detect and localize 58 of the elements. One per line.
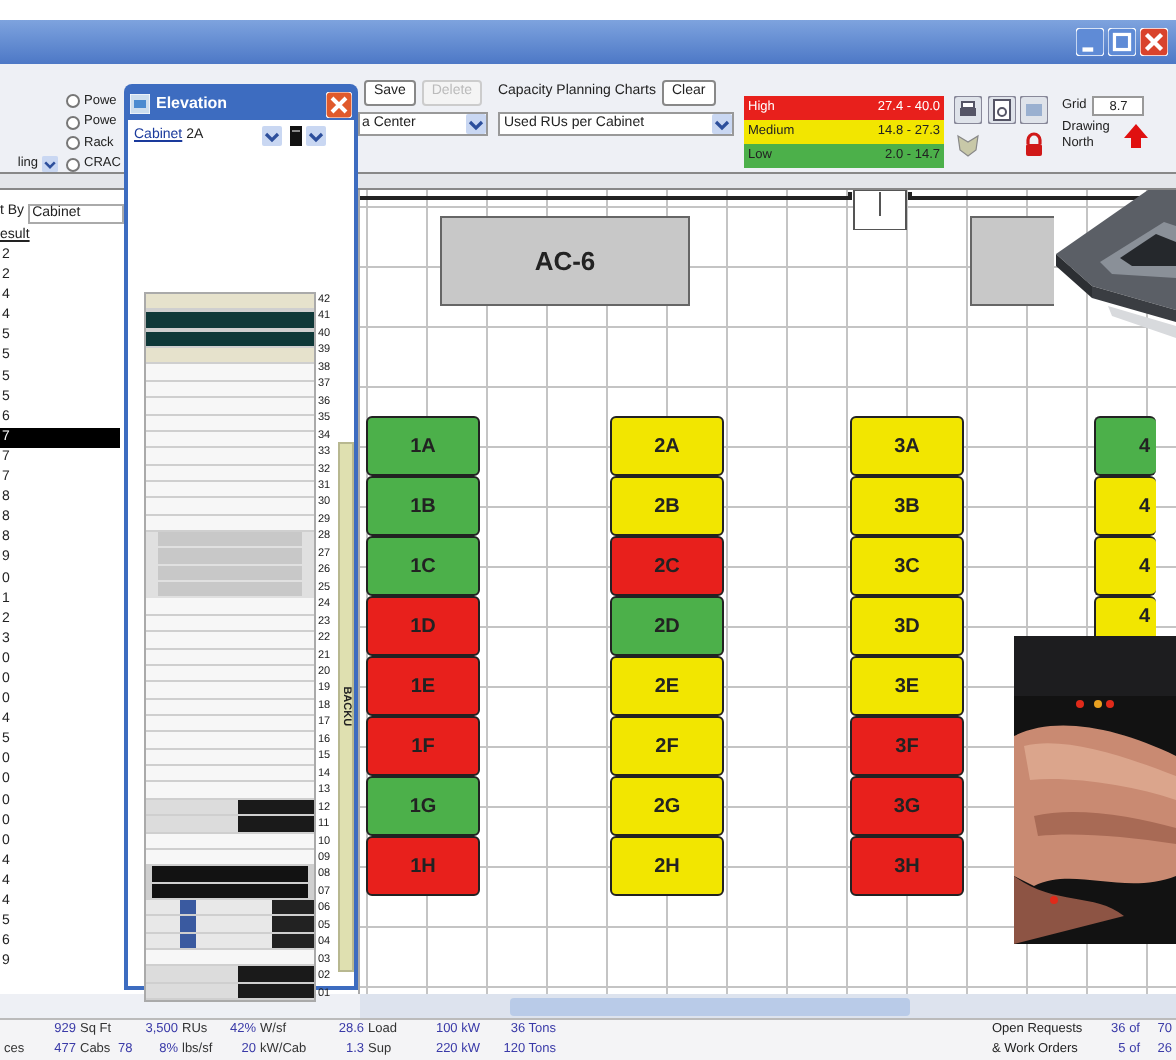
cabinet[interactable]: 3F [850,716,964,776]
cabinet[interactable]: 3H [850,836,964,896]
window-icon [130,94,150,114]
cabinet[interactable]: 3C [850,536,964,596]
cabinet[interactable]: 2F [610,716,724,776]
cooling-unit[interactable] [970,216,1054,306]
cabinet[interactable]: 2A [610,416,724,476]
caret-icon[interactable] [712,114,732,134]
caret-icon[interactable] [42,156,58,173]
cabinet[interactable]: 1A [366,416,480,476]
cabinet[interactable]: 2C [610,536,724,596]
rack-unit[interactable] [146,310,314,330]
cabinet[interactable]: 1D [366,596,480,656]
cabinet[interactable]: 2B [610,476,724,536]
horizontal-scrollbar[interactable] [360,994,1176,1018]
cabinet[interactable]: 3E [850,656,964,716]
cabinet[interactable]: 3B [850,476,964,536]
rack-unit[interactable] [146,966,314,984]
radio-button[interactable] [66,115,80,130]
radio-button[interactable] [66,94,80,109]
cabinet[interactable]: 4 [1094,476,1156,536]
window-title: Elevation [156,92,230,116]
cabinet[interactable]: 3A [850,416,964,476]
cabinet[interactable]: 2D [610,596,724,656]
radio-button[interactable] [66,136,80,151]
shield-icon[interactable] [954,130,982,158]
cabinet[interactable]: 1G [366,776,480,836]
north-arrow-icon [1122,122,1150,150]
close-button[interactable] [1140,28,1168,56]
cabinet[interactable]: 3G [850,776,964,836]
cabinet[interactable]: 1C [366,536,480,596]
close-button[interactable] [326,91,352,117]
cabinet[interactable]: 2E [610,656,724,716]
rack-unit[interactable] [146,866,314,884]
cabinet[interactable]: 2H [610,836,724,896]
cabinet[interactable]: 4 [1094,416,1156,476]
cabinet[interactable]: 1B [366,476,480,536]
cabinet[interactable]: 2G [610,776,724,836]
maximize-button[interactable] [1108,28,1136,56]
rack-unit[interactable] [146,916,314,934]
caret-icon[interactable] [262,126,283,147]
cabinet[interactable]: 3D [850,596,964,656]
cabinet[interactable]: 1F [366,716,480,776]
minimize-button[interactable] [1076,28,1104,56]
radio-button[interactable] [66,157,80,172]
cabinet[interactable]: 4 [1094,536,1156,596]
device-icon [290,126,303,147]
monitor-icon[interactable] [1020,96,1049,124]
caret-icon[interactable] [306,126,327,147]
cabinet[interactable]: 1E [366,656,480,716]
document-icon[interactable] [987,96,1016,124]
cabinet[interactable]: 4 [1094,596,1156,636]
caret-icon[interactable] [466,114,486,134]
rack-unit[interactable] [146,950,314,967]
cooling-unit[interactable]: AC-6 [440,216,690,306]
cabinet[interactable]: 1H [366,836,480,896]
printer-icon[interactable] [954,96,982,124]
rack-unit[interactable] [146,816,314,833]
